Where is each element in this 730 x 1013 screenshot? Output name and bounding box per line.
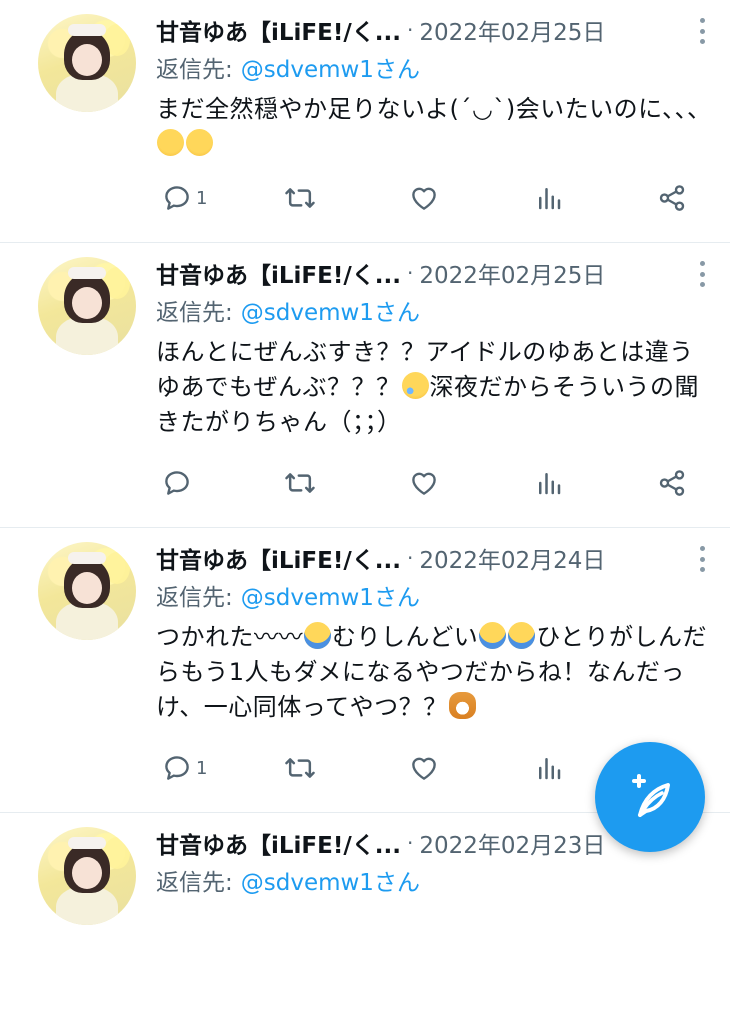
reply-to: 返信先: @sdvemw1さん	[156, 863, 718, 897]
tweet-body: 甘音ゆあ【iLiFE!/く... · 2022年02月25日 返信先: @sdv…	[156, 253, 718, 440]
share-icon	[659, 185, 685, 211]
reply-handle[interactable]: @sdvemw1さん	[241, 50, 420, 84]
more-icon[interactable]	[698, 261, 706, 287]
tweet-text-part: つかれた〰〰	[156, 623, 303, 651]
reply-count: 1	[196, 187, 208, 209]
tweet-header: 甘音ゆあ【iLiFE!/く... · 2022年02月25日	[156, 253, 718, 293]
tweet-date[interactable]: 2022年02月25日	[419, 256, 605, 290]
tweet-text-part: まだ全然穏やか足りないよ(´◡ˋ)会いたいのに、、、	[156, 95, 712, 123]
crying-emoji-icon	[479, 622, 507, 649]
avatar[interactable]	[38, 14, 136, 112]
separator: ·	[406, 831, 414, 855]
tweet-header: 甘音ゆあ【iLiFE!/く... · 2022年02月24日	[156, 538, 718, 578]
tweet[interactable]: 甘音ゆあ【iLiFE!/く... · 2022年02月25日 返信先: @sdv…	[0, 243, 730, 528]
retweet-button[interactable]	[284, 748, 316, 788]
retweet-button[interactable]	[284, 463, 316, 503]
reply-button[interactable]	[162, 463, 196, 503]
reply-label: 返信先:	[156, 585, 233, 611]
tweet-text: ほんとにぜんぶすき？？アイドルのゆあとは違うゆあでもぜんぶ？？？ 深夜だからそうい…	[156, 335, 716, 440]
like-button[interactable]	[408, 178, 440, 218]
tweet-date[interactable]: 2022年02月25日	[419, 13, 605, 47]
author-name[interactable]: 甘音ゆあ【iLiFE!/く...	[156, 541, 401, 575]
heart-icon	[412, 757, 436, 780]
analytics-icon	[539, 473, 561, 495]
reply-icon	[165, 756, 189, 780]
tweet-text: つかれた〰〰 むりしんどい ひとりがしんだらもう1人もダメになるやつだからね！なんだ…	[156, 620, 716, 725]
timeline: 甘音ゆあ【iLiFE!/く... · 2022年02月25日 返信先: @sdv…	[0, 0, 730, 1013]
pensive-emoji-icon	[186, 129, 213, 156]
reply-to: 返信先: @sdvemw1さん	[156, 578, 718, 612]
reply-label: 返信先:	[156, 870, 233, 896]
reply-count: 1	[196, 757, 208, 779]
tweet-actions	[156, 463, 716, 503]
reply-to: 返信先: @sdvemw1さん	[156, 293, 718, 327]
avatar[interactable]	[38, 827, 136, 925]
smiling-tear-emoji-icon	[401, 372, 429, 399]
compose-icon	[632, 774, 670, 817]
reply-handle[interactable]: @sdvemw1さん	[241, 293, 420, 327]
author-name[interactable]: 甘音ゆあ【iLiFE!/く...	[156, 826, 401, 860]
analytics-button[interactable]	[534, 463, 564, 503]
avatar[interactable]	[38, 542, 136, 640]
tweet-date[interactable]: 2022年02月23日	[419, 826, 605, 860]
tweet-actions: 1	[156, 178, 716, 218]
crying-emoji-icon	[304, 622, 331, 649]
share-button[interactable]	[656, 463, 688, 503]
pensive-emoji-icon	[157, 129, 184, 156]
reply-label: 返信先:	[156, 300, 233, 326]
share-button[interactable]	[656, 178, 688, 218]
author-name[interactable]: 甘音ゆあ【iLiFE!/く...	[156, 13, 401, 47]
reply-handle[interactable]: @sdvemw1さん	[241, 578, 420, 612]
more-icon[interactable]	[698, 546, 706, 572]
heart-icon	[412, 187, 436, 210]
like-button[interactable]	[408, 463, 440, 503]
tweet-text: まだ全然穏やか足りないよ(´◡ˋ)会いたいのに、、、	[156, 92, 716, 162]
analytics-button[interactable]	[534, 748, 564, 788]
heart-icon	[412, 472, 436, 495]
analytics-icon	[539, 188, 561, 210]
crying-emoji-icon	[508, 622, 536, 649]
tweet-date[interactable]: 2022年02月24日	[419, 541, 605, 575]
reply-button[interactable]: 1	[162, 748, 207, 788]
separator: ·	[406, 546, 414, 570]
tweet-header: 甘音ゆあ【iLiFE!/く... · 2022年02月25日	[156, 10, 718, 50]
tweet[interactable]: 甘音ゆあ【iLiFE!/く... · 2022年02月25日 返信先: @sdv…	[0, 0, 730, 243]
reply-to: 返信先: @sdvemw1さん	[156, 50, 718, 84]
tweet-text-part: むりしんどい	[332, 623, 479, 651]
tweet-body: 甘音ゆあ【iLiFE!/く... · 2022年02月25日 返信先: @sdv…	[156, 10, 718, 162]
analytics-icon	[539, 758, 561, 780]
reply-button[interactable]: 1	[162, 178, 207, 218]
like-button[interactable]	[408, 748, 440, 788]
reply-icon	[165, 471, 189, 495]
reply-icon	[165, 186, 189, 210]
dog-emoji-icon	[448, 692, 476, 719]
retweet-button[interactable]	[284, 178, 316, 218]
author-name[interactable]: 甘音ゆあ【iLiFE!/く...	[156, 256, 401, 290]
analytics-button[interactable]	[534, 178, 564, 218]
reply-handle[interactable]: @sdvemw1さん	[241, 863, 420, 897]
compose-button[interactable]	[595, 742, 705, 852]
separator: ·	[406, 18, 414, 42]
reply-label: 返信先:	[156, 57, 233, 83]
more-icon[interactable]	[698, 18, 706, 44]
retweet-icon	[285, 758, 315, 778]
tweet-body: 甘音ゆあ【iLiFE!/く... · 2022年02月24日 返信先: @sdv…	[156, 538, 718, 725]
separator: ·	[406, 261, 414, 285]
avatar[interactable]	[38, 257, 136, 355]
retweet-icon	[285, 473, 315, 493]
share-icon	[659, 470, 685, 496]
retweet-icon	[285, 188, 315, 208]
